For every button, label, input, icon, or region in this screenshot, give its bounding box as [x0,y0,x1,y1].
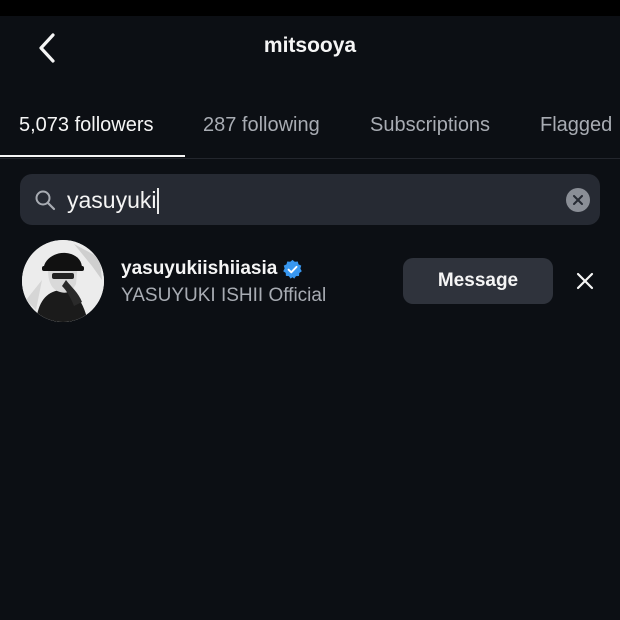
close-icon [576,272,594,290]
tab-bar: 5,073 followers 287 following Subscripti… [0,100,620,159]
header: mitsooya [0,16,620,80]
tab-flagged[interactable]: Flagged [540,114,612,137]
remove-follower-button[interactable] [573,269,597,293]
full-name: YASUYUKI ISHII Official [121,285,327,306]
message-button[interactable]: Message [403,258,553,304]
search-input-value: yasuyuki [67,187,157,213]
avatar[interactable] [22,240,104,322]
search-bar[interactable]: yasuyuki [20,174,600,225]
verified-badge-icon [283,259,303,279]
text-caret [157,187,160,214]
username-line: yasuyukiishiiasia [121,258,303,280]
list-item[interactable]: yasuyukiishiiasia YASUYUKI ISHII Officia… [0,240,620,324]
clear-icon [573,195,583,205]
status-bar-strip [0,0,620,16]
clear-search-button[interactable] [566,188,590,212]
active-tab-indicator [0,155,185,157]
username[interactable]: yasuyukiishiiasia [121,258,277,280]
tab-subscriptions[interactable]: Subscriptions [370,114,490,137]
search-input[interactable]: yasuyuki [67,187,160,214]
tab-following[interactable]: 287 following [203,114,320,137]
profile-photo [22,240,104,322]
page-title: mitsooya [263,34,357,57]
search-icon [35,190,56,211]
tab-followers[interactable]: 5,073 followers [19,114,154,137]
